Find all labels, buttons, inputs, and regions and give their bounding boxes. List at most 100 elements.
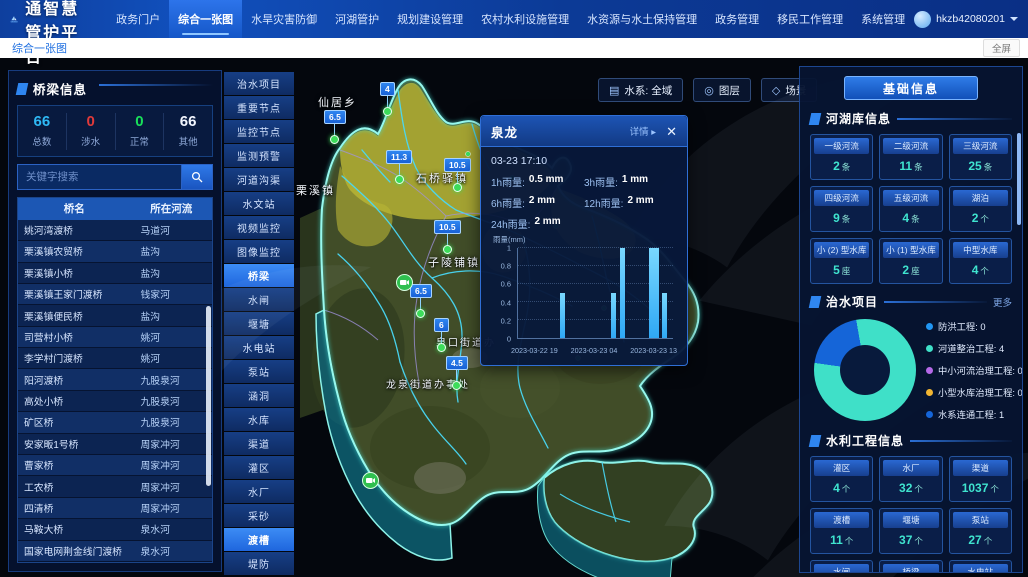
search-button[interactable] — [181, 164, 213, 190]
nav-item[interactable]: 水旱灾害防御 — [242, 0, 326, 38]
nav-item[interactable]: 规划建设管理 — [388, 0, 472, 38]
station-marker[interactable]: 10.5 — [444, 158, 471, 192]
layer-menu-item-label: 采砂 — [248, 508, 270, 523]
table-row[interactable]: 曹家桥 周家冲河 — [18, 455, 212, 476]
nav-item[interactable]: 农村水利设施管理 — [472, 0, 578, 38]
stat-card-label: 小 (1) 型水库 — [883, 242, 938, 258]
camera-marker[interactable] — [362, 472, 379, 489]
stat-card: 湖泊 2个 — [949, 186, 1012, 232]
station-marker[interactable]: 11.3 — [386, 150, 412, 184]
panel-scrollbar[interactable] — [1017, 133, 1021, 225]
table-row[interactable]: 栗溪镇小桥 盐沟 — [18, 263, 212, 284]
camera-marker[interactable] — [396, 274, 413, 291]
station-marker[interactable]: 4 — [380, 82, 395, 116]
bridge-name-cell: 高处小桥 — [18, 394, 131, 408]
layer-menu-item[interactable]: 视频监控 — [224, 216, 294, 239]
stat-card-unit: 条 — [984, 162, 993, 172]
layer-menu-item[interactable]: 监控节点 — [224, 120, 294, 143]
river-name-cell: 姚河 — [131, 330, 212, 344]
station-marker[interactable]: 6.5 — [324, 110, 346, 144]
bridge-search — [17, 164, 213, 190]
layer-menu-item[interactable]: 水文站 — [224, 192, 294, 215]
rain-metric: 24h雨量: 2 mm — [491, 216, 584, 231]
layer-menu-item[interactable]: 渠道 — [224, 432, 294, 455]
table-row[interactable]: 国家电网荆金线门渡桥 泉水河 — [18, 541, 212, 562]
table-row[interactable]: 姚河湾渡桥 马道河 — [18, 220, 212, 241]
table-row[interactable]: 栗溪镇王家门渡桥 钱家河 — [18, 284, 212, 305]
close-icon[interactable]: ✕ — [666, 125, 677, 138]
stat-card-value: 2条 — [814, 154, 869, 176]
search-input[interactable] — [17, 164, 181, 190]
nav-item[interactable]: 政务管理 — [706, 0, 768, 38]
layer-menu-item[interactable]: 图像监控 — [224, 240, 294, 263]
legend-dot-icon — [926, 345, 933, 352]
layer-menu-item-label: 渠道 — [248, 436, 270, 451]
nav-item-label: 综合一张图 — [178, 11, 233, 27]
layer-menu-item[interactable]: 水电站 — [224, 336, 294, 359]
x-tick-label: 2023-03-22 19 — [511, 346, 558, 355]
layer-menu-item-label: 灌区 — [248, 460, 270, 475]
layer-menu-item[interactable]: 渡槽 — [224, 528, 294, 551]
table-scrollbar[interactable] — [206, 306, 211, 486]
nav-item[interactable]: 河湖管护 — [326, 0, 388, 38]
table-row[interactable]: 工农桥 周家冲河 — [18, 476, 212, 497]
layer-menu-item[interactable]: 堰塘 — [224, 312, 294, 335]
stat-card-number: 11 — [899, 159, 912, 173]
layer-menu-item[interactable]: 采砂 — [224, 504, 294, 527]
engineering-cards: 灌区 4个 水厂 32个 渠道 1037个 — [810, 456, 1012, 573]
stat-card-label: 泵站 — [953, 512, 1008, 528]
nav-item[interactable]: 系统管理 — [852, 0, 914, 38]
more-link[interactable]: 更多 — [993, 295, 1012, 309]
water-system-scope-button[interactable]: ▤水系: 全域 — [598, 78, 683, 102]
layer-menu-item[interactable]: 灌区 — [224, 456, 294, 479]
layer-menu-item[interactable]: 治水项目 — [224, 72, 294, 95]
table-row[interactable]: 栗溪镇便民桥 盐沟 — [18, 305, 212, 326]
table-row[interactable]: 高处小桥 九股泉河 — [18, 391, 212, 412]
layer-menu-item[interactable]: 监测预警 — [224, 144, 294, 167]
legend-dot-icon — [926, 323, 933, 330]
layer-menu-item[interactable]: 水厂 — [224, 480, 294, 503]
stat-label: 总数 — [32, 137, 51, 148]
layer-menu-item-label: 水电站 — [243, 340, 276, 355]
table-row[interactable]: 李学村门渡桥 姚河 — [18, 348, 212, 369]
fullscreen-button[interactable]: 全屏 — [983, 39, 1020, 57]
station-marker[interactable]: 6.5 — [410, 284, 432, 318]
table-row[interactable]: 矿区桥 九股泉河 — [18, 412, 212, 433]
layer-menu-item[interactable]: 桥梁 — [224, 264, 294, 287]
metric-value: 1 mm — [622, 174, 648, 189]
metric-label: 1h雨量: — [491, 174, 525, 189]
station-marker[interactable]: 4.5 — [446, 356, 468, 390]
user-menu[interactable]: hkzb42080201 — [914, 11, 1018, 28]
table-row[interactable]: 司营村小桥 姚河 — [18, 327, 212, 348]
nav-item[interactable]: 政务门户 — [107, 0, 169, 38]
nav-item[interactable]: 综合一张图 — [169, 0, 242, 38]
layer-menu-item-label: 堤防 — [248, 556, 270, 571]
table-row[interactable]: 四清桥 周家冲河 — [18, 498, 212, 519]
layer-menu-item[interactable]: 堤防 — [224, 552, 294, 575]
stat-card-value: 32个 — [883, 476, 938, 498]
table-row[interactable]: 栗溪镇农贸桥 盐沟 — [18, 241, 212, 262]
popup-detail-link[interactable]: 详情 ▸ — [630, 124, 656, 138]
layer-menu-item[interactable]: 水闸 — [224, 288, 294, 311]
nav-item[interactable]: 水资源与水土保持管理 — [578, 0, 706, 38]
table-row[interactable]: 象河水库桥 泉水河 — [18, 562, 212, 563]
table-row[interactable]: 安家畈1号桥 周家冲河 — [18, 434, 212, 455]
stat-card-value: 4个 — [953, 258, 1008, 280]
layer-menu-item[interactable]: 水库 — [224, 408, 294, 431]
layer-menu-item[interactable]: 河道沟渠 — [224, 168, 294, 191]
station-marker[interactable]: 10.5 — [434, 220, 461, 254]
stat-card-value: 9条 — [814, 206, 869, 228]
layer-menu-item[interactable]: 泵站 — [224, 360, 294, 383]
table-row[interactable]: 阳河渡桥 九股泉河 — [18, 369, 212, 390]
station-marker[interactable]: 6 — [434, 318, 449, 352]
layer-menu-item[interactable]: 涵洞 — [224, 384, 294, 407]
stat-card-number: 37 — [899, 533, 912, 547]
stat-card-unit: 条 — [842, 214, 851, 224]
nav-item[interactable]: 移民工作管理 — [768, 0, 852, 38]
table-row[interactable]: 马鞍大桥 泉水河 — [18, 519, 212, 540]
breadcrumb[interactable]: 综合一张图 — [12, 40, 67, 56]
basic-info-badge[interactable]: 基础信息 — [844, 76, 978, 100]
layer-menu-item[interactable]: 重要节点 — [224, 96, 294, 119]
layers-button[interactable]: ◎图层 — [693, 78, 751, 102]
legend-text: 河道整治工程: 4 — [938, 341, 1004, 355]
